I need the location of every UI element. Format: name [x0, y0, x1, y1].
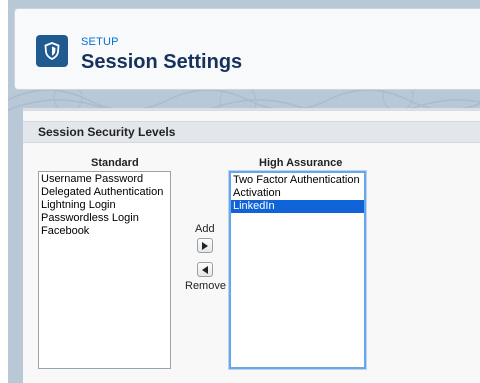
- list-item[interactable]: Lightning Login: [39, 199, 170, 212]
- add-button[interactable]: [197, 238, 213, 253]
- high-assurance-heading: High Assurance: [259, 157, 343, 169]
- add-label: Add: [195, 223, 215, 235]
- list-item[interactable]: Passwordless Login: [39, 212, 170, 225]
- page-title: Session Settings: [81, 51, 243, 73]
- section-title: Session Security Levels: [38, 125, 176, 139]
- setup-page-frame: SETUP Session Settings Session Security …: [8, 0, 480, 383]
- arrow-right-icon: [202, 241, 208, 250]
- session-security-panel: Session Security Levels Standard High As…: [23, 108, 480, 383]
- shield-icon: [36, 35, 68, 67]
- high-assurance-listbox[interactable]: Two Factor Authentication Activation Lin…: [229, 171, 366, 369]
- breadcrumb[interactable]: SETUP: [81, 36, 119, 48]
- standard-heading: Standard: [91, 157, 139, 169]
- list-item[interactable]: Two Factor Authentication: [231, 174, 364, 187]
- section-header: Session Security Levels: [23, 121, 480, 143]
- remove-label: Remove: [185, 280, 226, 292]
- standard-listbox[interactable]: Username Password Delegated Authenticati…: [38, 171, 171, 369]
- list-item[interactable]: Activation: [231, 187, 364, 200]
- list-item-selected[interactable]: LinkedIn: [231, 200, 364, 213]
- list-item[interactable]: Facebook: [39, 225, 170, 238]
- list-item[interactable]: Delegated Authentication: [39, 186, 170, 199]
- page-header: SETUP Session Settings: [14, 8, 480, 90]
- arrow-left-icon: [202, 265, 208, 274]
- list-item[interactable]: Username Password: [39, 173, 170, 186]
- remove-button[interactable]: [197, 262, 213, 277]
